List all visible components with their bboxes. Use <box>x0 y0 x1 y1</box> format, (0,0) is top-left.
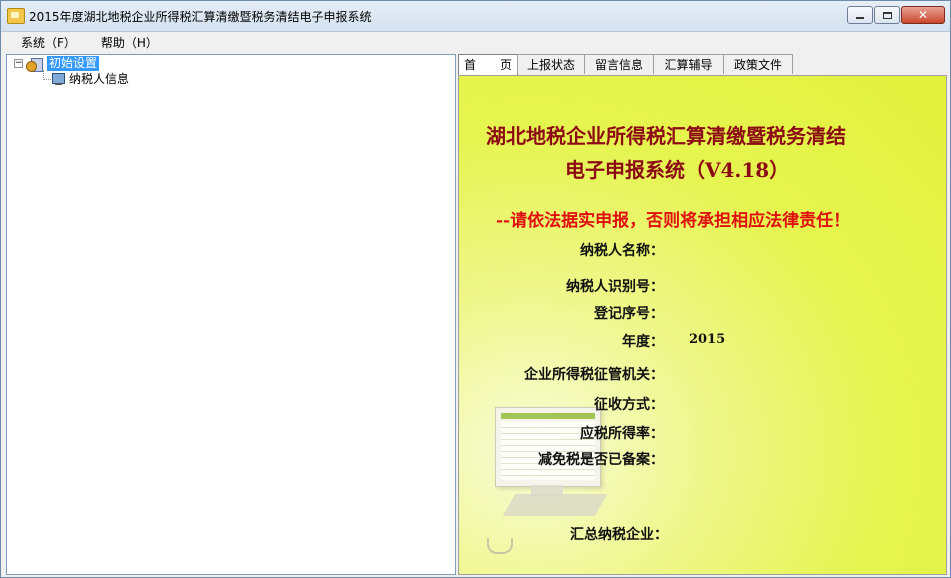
tab-report-status[interactable]: 上报状态 <box>517 54 585 74</box>
label-taxpayer-name: 纳税人名称： <box>580 243 664 259</box>
window-controls: ✕ <box>846 6 945 26</box>
tree-connector <box>43 79 51 80</box>
tab-messages[interactable]: 留言信息 <box>584 54 654 74</box>
computer-illustration <box>495 407 601 487</box>
value-year: 2015 <box>689 332 726 347</box>
label-tax-authority: 企业所得税征管机关： <box>524 367 664 383</box>
tab-guidance[interactable]: 汇算辅导 <box>653 54 724 74</box>
settings-node-icon <box>26 56 44 72</box>
maximize-button[interactable] <box>874 6 900 24</box>
app-window: 2015年度湖北地税企业所得税汇算清缴暨税务清结电子申报系统 ✕ 系统（F） 帮… <box>0 0 951 578</box>
label-tax-exemption-filed: 减免税是否已备案： <box>538 452 664 468</box>
label-consolidated-taxpayer: 汇总纳税企业： <box>570 527 668 543</box>
tab-home[interactable]: 首 页 <box>458 54 518 75</box>
close-button[interactable]: ✕ <box>901 6 945 24</box>
menu-help[interactable]: 帮助（H） <box>81 34 158 51</box>
keyboard-illustration <box>502 494 608 516</box>
tab-policy-docs[interactable]: 政策文件 <box>723 54 793 74</box>
label-taxable-income-rate: 应税所得率： <box>580 426 664 442</box>
maximize-icon <box>882 11 892 19</box>
tree-item-initial-settings[interactable]: 初始设置 <box>47 56 100 71</box>
computer-icon <box>51 72 67 86</box>
title-bar[interactable]: 2015年度湖北地税企业所得税汇算清缴暨税务清结电子申报系统 ✕ <box>1 1 950 32</box>
page-subtitle: 电子申报系统（V4.18） <box>565 158 790 182</box>
legal-warning: --请依法据实申报，否则将承担相应法律责任！ <box>496 211 851 231</box>
navigation-tree[interactable]: − 初始设置 纳税人信息 <box>6 54 456 575</box>
minimize-button[interactable] <box>847 6 873 24</box>
label-taxpayer-id: 纳税人识别号： <box>566 279 664 295</box>
tree-collapse-icon[interactable]: − <box>14 59 23 68</box>
menu-system[interactable]: 系统（F） <box>1 34 76 51</box>
close-icon: ✕ <box>917 8 929 22</box>
label-registration-number: 登记序号： <box>594 306 664 322</box>
page-title: 湖北地税企业所得税汇算清缴暨税务清结 <box>486 124 846 148</box>
label-year: 年度： <box>622 334 664 350</box>
label-collection-method: 征收方式： <box>594 397 664 413</box>
home-page: 湖北地税企业所得税汇算清缴暨税务清结 电子申报系统（V4.18） --请依法据实… <box>458 75 947 575</box>
minimize-icon <box>856 17 864 19</box>
menu-bar: 系统（F） 帮助（H） <box>1 32 950 52</box>
app-icon <box>7 8 25 24</box>
tree-item-taxpayer-info[interactable]: 纳税人信息 <box>69 72 129 87</box>
main-panel: 首 页 上报状态 留言信息 汇算辅导 政策文件 湖北地税企业所得税汇算清缴暨税务… <box>458 54 947 575</box>
window-title: 2015年度湖北地税企业所得税汇算清缴暨税务清结电子申报系统 <box>29 10 372 24</box>
tab-bar: 首 页 上报状态 留言信息 汇算辅导 政策文件 <box>458 54 947 75</box>
